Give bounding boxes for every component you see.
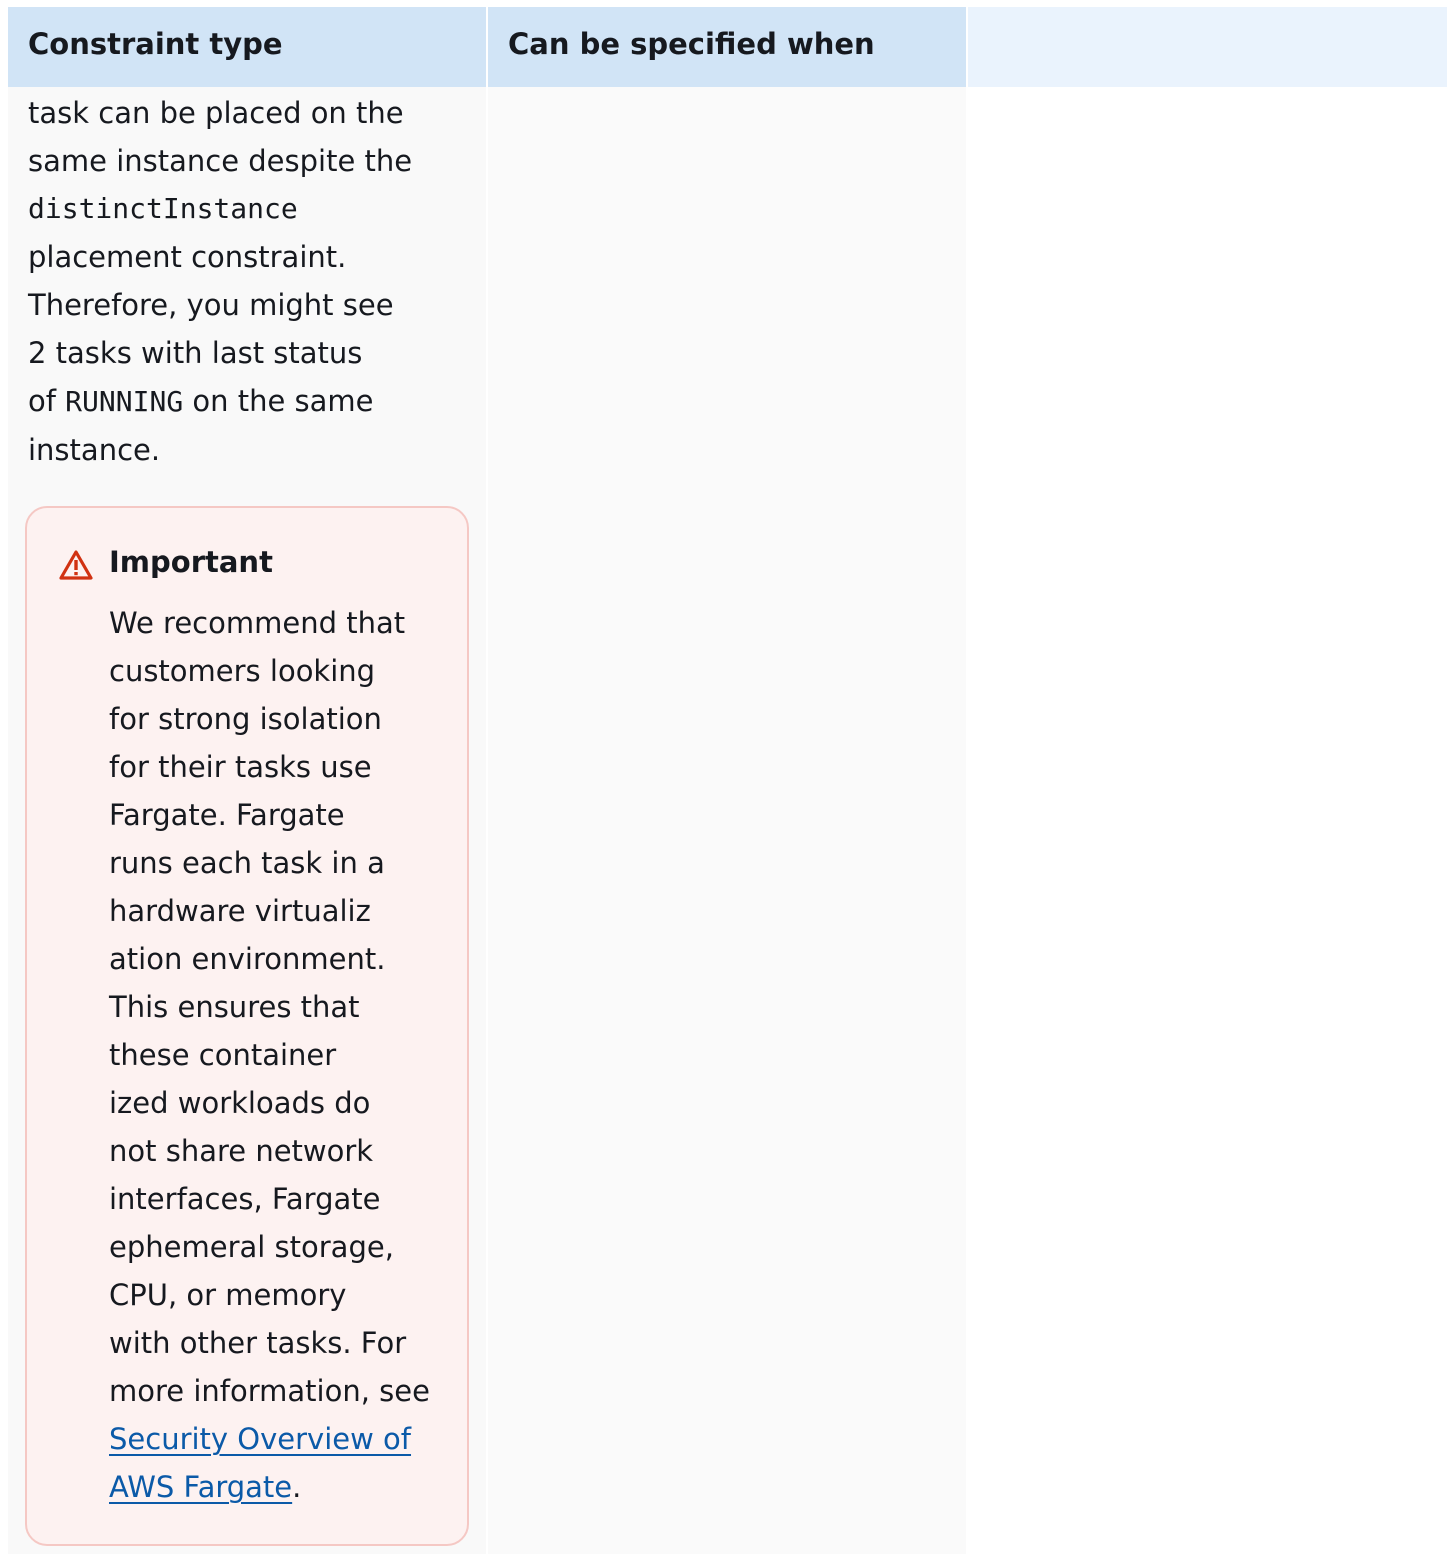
alert-body: We recommend that customers looking for … <box>109 599 459 1511</box>
alert-line: interfaces, Fargate <box>109 1182 381 1216</box>
description-line: Therefore, you might see <box>28 288 394 322</box>
description-line: task can be placed on the <box>28 96 404 130</box>
warning-icon <box>59 550 93 580</box>
description-line: 2 tasks with last status <box>28 336 363 370</box>
important-alert: Important We recommend that customers lo… <box>25 506 469 1546</box>
alert-line: Fargate. Fargate <box>109 798 345 832</box>
alert-line: ephemeral storage, <box>109 1230 394 1264</box>
alert-line: for strong isolation <box>109 702 382 736</box>
alert-line: ized workloads do <box>109 1086 371 1120</box>
alert-line: CPU, or memory <box>109 1278 347 1312</box>
alert-line: with other tasks. For <box>109 1326 407 1360</box>
alert-title: Important <box>109 545 273 579</box>
link-suffix: . <box>292 1470 302 1504</box>
alert-line: We recommend that <box>109 606 406 640</box>
alert-line: runs each task in a <box>109 846 385 880</box>
table-cell-constraint-type: task can be placed on the same instance … <box>8 87 486 1554</box>
alert-line: these container <box>109 1038 337 1072</box>
security-overview-link[interactable]: Security Overview of <box>109 1422 411 1456</box>
table-header-row: Constraint type Can be specified when <box>8 7 1447 87</box>
table-cell-can-be-specified-when <box>488 87 966 1554</box>
column-header-constraint-type: Constraint type <box>8 7 486 87</box>
column-header-empty <box>968 7 1447 87</box>
code-distinct-instance: distinctInstance <box>28 192 298 225</box>
description-line-running: of RUNNING on the same <box>28 384 374 418</box>
description-line: instance. <box>28 433 161 467</box>
code-running: RUNNING <box>65 385 184 418</box>
column-header-can-be-specified-when: Can be specified when <box>488 7 966 87</box>
alert-line: ation environment. <box>109 942 386 976</box>
alert-line: customers looking <box>109 654 376 688</box>
alert-line: for their tasks use <box>109 750 372 784</box>
security-overview-link-wrapper: Security Overview of <box>109 1415 459 1463</box>
aws-fargate-link-wrapper: AWS Fargate. <box>109 1463 459 1511</box>
aws-fargate-link[interactable]: AWS Fargate <box>109 1470 292 1504</box>
alert-line: more information, see <box>109 1374 430 1408</box>
alert-line: hardware virtualiz <box>109 894 371 928</box>
alert-line: This ensures that <box>109 990 360 1024</box>
description-line: same instance despite the <box>28 144 413 178</box>
table-cell-empty <box>968 87 1447 1554</box>
cell-description: task can be placed on the same instance … <box>28 89 468 474</box>
description-line: placement constraint. <box>28 240 347 274</box>
constraints-table: Constraint type Can be specified when ta… <box>8 7 1447 1554</box>
alert-line: not share network <box>109 1134 374 1168</box>
